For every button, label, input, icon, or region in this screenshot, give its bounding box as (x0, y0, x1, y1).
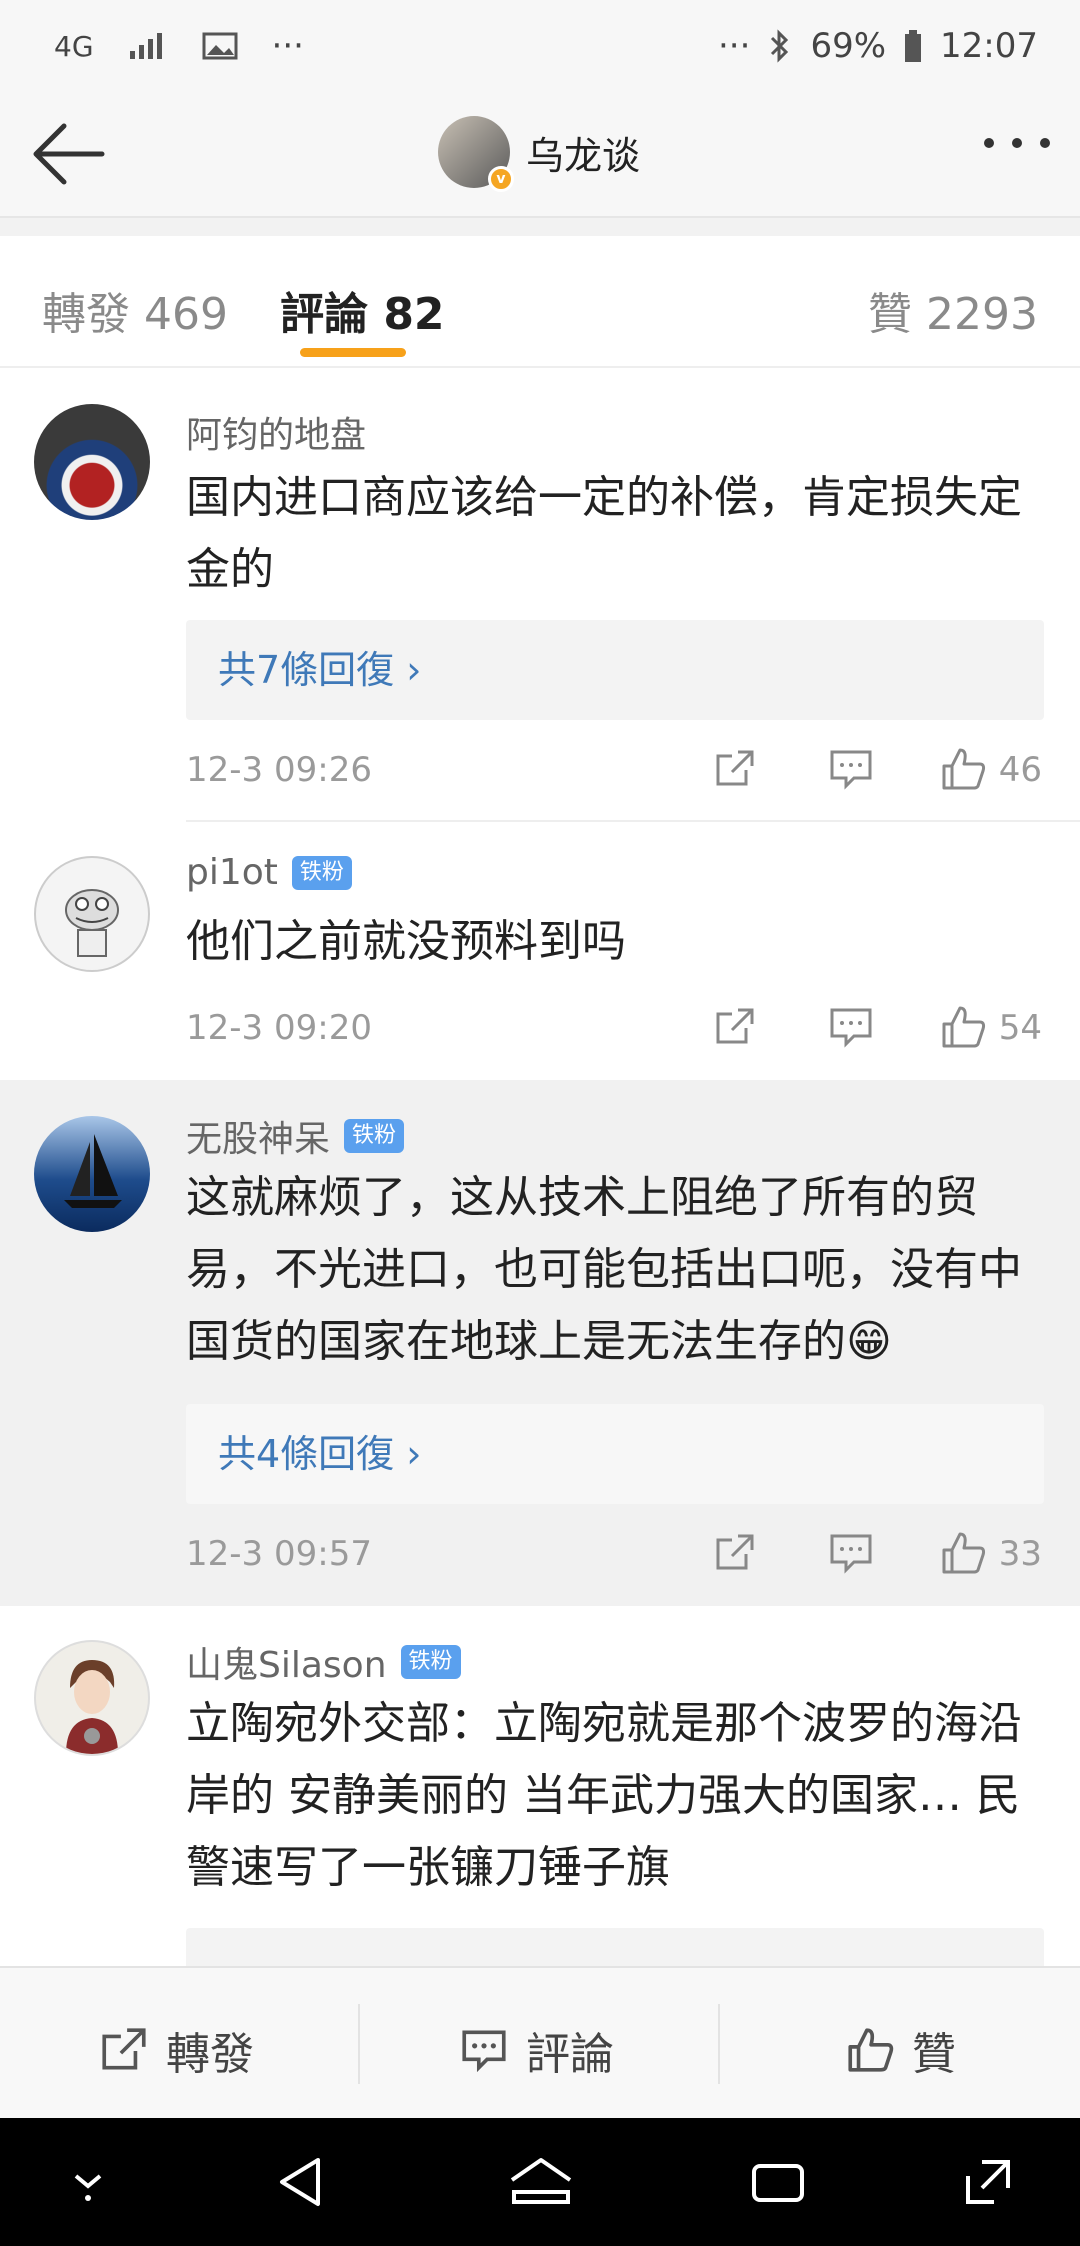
like-count: 33 (998, 1534, 1042, 1574)
comment-avatar[interactable] (34, 856, 150, 972)
battery-icon (905, 30, 922, 62)
comment-meta: 12-3 09:20 54 (186, 998, 1046, 1058)
repost-icon[interactable] (710, 1002, 760, 1052)
fan-badge: 铁粉 (291, 855, 352, 890)
section-gap (0, 218, 1080, 236)
like-icon[interactable] (938, 744, 988, 794)
comment-icon[interactable] (826, 744, 876, 794)
separator (718, 2004, 720, 2084)
comment-item: 阿钧的地盘 国内进口商应该给一定的补偿，肯定损失定金的 共7條回復 › 12-3… (0, 370, 1080, 822)
tab-comments[interactable]: 評論 82 (280, 278, 445, 342)
repost-label: 轉發 (166, 2029, 254, 2080)
verified-badge: v (488, 166, 514, 192)
more-options-icon[interactable] (984, 138, 1050, 148)
comment-avatar[interactable] (34, 1116, 150, 1232)
comment-item-highlighted: 无股神呆 铁粉 这就麻烦了，这从技术上阻绝了所有的贸易，不光进口，也可能包括出口… (0, 1080, 1080, 1606)
comment-author-name: pi1ot (186, 852, 278, 893)
bottom-action-bar: 轉發 評論 贊 (0, 1966, 1080, 2118)
fan-badge: 铁粉 (400, 1645, 461, 1679)
view-replies-link-partial[interactable] (186, 1928, 1044, 1966)
header-account[interactable]: v 乌龙谈 (438, 116, 641, 192)
comment-time: 12-3 09:57 (186, 1534, 372, 1574)
comment-text: 立陶宛外交部：立陶宛就是那个波罗的海沿岸的 安静美丽的 当年武力强大的国家… 民… (186, 1698, 1022, 1893)
comment-author[interactable]: 无股神呆 铁粉 (186, 1110, 405, 1162)
comment-author[interactable]: 阿钧的地盘 (186, 406, 366, 458)
comment-author[interactable]: pi1ot 铁粉 (186, 852, 352, 893)
header-title: 乌龙谈 (526, 133, 641, 178)
comment-item: pi1ot 铁粉 他们之前就没预料到吗 12-3 09:20 54 (0, 822, 1080, 1080)
status-bar: 4G ··· ··· 69% 12:07 (0, 0, 1080, 90)
separator (358, 2004, 360, 2084)
comment-item: 山鬼Silason 铁粉 立陶宛外交部：立陶宛就是那个波罗的海沿岸的 安静美丽的… (0, 1606, 1080, 1966)
recent-apps-icon[interactable] (748, 2152, 808, 2212)
system-nav-bar (0, 2118, 1080, 2246)
view-replies-link[interactable]: 共4條回復 › (186, 1404, 1044, 1504)
home-nav-icon[interactable] (508, 2152, 574, 2212)
comment-text: 国内进口商应该给一定的补偿，肯定损失定金的 (186, 472, 1022, 595)
tab-reposts[interactable]: 轉發 469 (42, 278, 228, 342)
clock: 12:07 (940, 26, 1038, 66)
battery-percent: 69% (810, 26, 887, 66)
status-dots: ··· (271, 26, 304, 66)
comment-time: 12-3 09:20 (186, 1008, 372, 1048)
comment-avatar[interactable] (34, 1640, 150, 1756)
comment-meta: 12-3 09:26 46 (186, 740, 1046, 800)
gallery-icon (202, 32, 238, 60)
view-replies-link[interactable]: 共7條回復 › (186, 620, 1044, 720)
tab-likes[interactable]: 贊 2293 (868, 278, 1038, 342)
top-nav: v 乌龙谈 (0, 90, 1080, 218)
comment-avatar[interactable] (34, 404, 150, 520)
like-button[interactable]: 贊 (844, 2018, 956, 2082)
tab-bar: 轉發 469 評論 82 贊 2293 (0, 236, 1080, 368)
comment-icon (462, 2030, 506, 2073)
fullscreen-icon[interactable] (958, 2152, 1018, 2212)
network-indicator: 4G (54, 29, 94, 63)
fan-badge: 铁粉 (344, 1119, 405, 1153)
like-icon[interactable] (938, 1528, 988, 1578)
repost-icon (102, 2028, 146, 2070)
back-nav-icon[interactable] (272, 2152, 332, 2212)
like-count: 54 (998, 1008, 1042, 1048)
comment-time: 12-3 09:26 (186, 750, 372, 790)
comment-author-name: 山鬼Silason (186, 1645, 387, 1686)
comment-meta: 12-3 09:57 33 (186, 1524, 1046, 1584)
status-dots-right: ··· (718, 26, 751, 66)
repost-icon[interactable] (710, 1528, 760, 1578)
active-tab-indicator (300, 348, 406, 357)
comment-author-name: 阿钧的地盘 (186, 415, 367, 456)
signal-icon (129, 33, 162, 59)
like-count: 46 (998, 750, 1042, 790)
like-icon[interactable] (938, 1002, 988, 1052)
bluetooth-icon (771, 29, 789, 63)
like-icon (848, 2028, 894, 2072)
comment-text: 他们之前就没预料到吗 (186, 916, 626, 967)
back-arrow-icon[interactable] (28, 120, 108, 188)
repost-icon[interactable] (710, 744, 760, 794)
comment-text: 这就麻烦了，这从技术上阻绝了所有的贸易，不光进口，也可能包括出口呃，没有中国货的… (186, 1172, 1022, 1367)
repost-button[interactable]: 轉發 (98, 2018, 254, 2082)
comment-icon[interactable] (826, 1002, 876, 1052)
header-avatar: v (438, 116, 514, 192)
comment-icon[interactable] (826, 1528, 876, 1578)
like-label: 贊 (912, 2029, 956, 2080)
comment-label: 評論 (526, 2029, 614, 2080)
comment-author-name: 无股神呆 (186, 1119, 331, 1160)
comment-author[interactable]: 山鬼Silason 铁粉 (186, 1636, 461, 1688)
comment-button[interactable]: 評論 (458, 2018, 614, 2082)
hide-keyboard-icon[interactable] (58, 2152, 118, 2212)
